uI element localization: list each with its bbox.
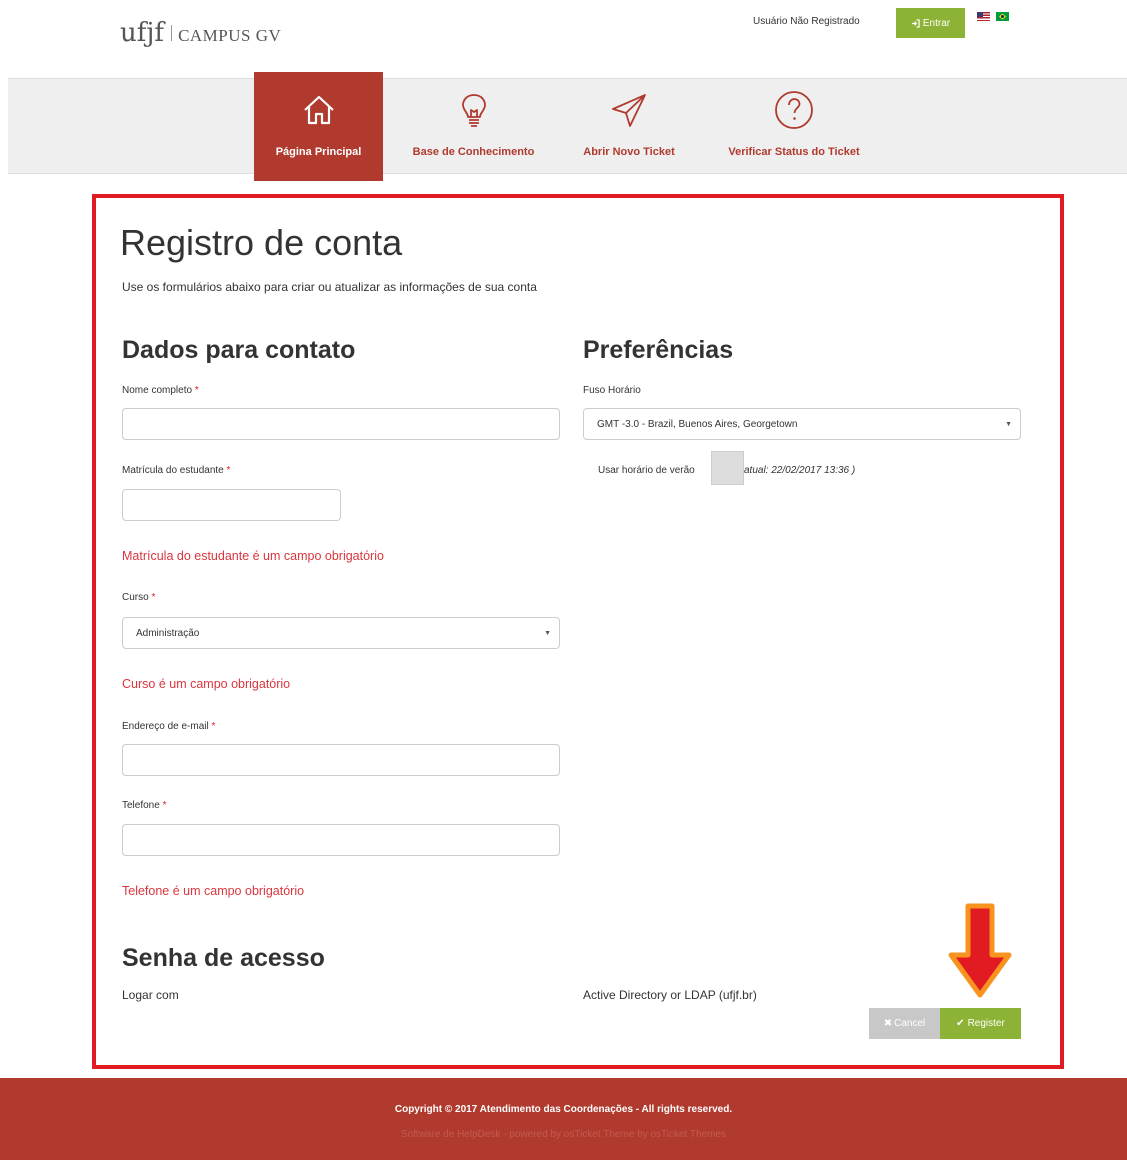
course-label-text: Curso xyxy=(122,592,149,603)
student-id-error: Matrícula do estudante é um campo obriga… xyxy=(122,549,384,563)
nav-item-check-status[interactable]: Verificar Status do Ticket xyxy=(718,72,870,181)
required-mark: * xyxy=(194,385,199,396)
login-label: Entrar xyxy=(922,17,951,29)
nav-item-knowledge-base[interactable]: Base de Conhecimento xyxy=(404,72,543,181)
logo-text: ufjf xyxy=(120,18,165,48)
dst-label: Usar horário de verão xyxy=(598,465,695,476)
site-header: ufjf CAMPUS GV Usuário Não Registrado En… xyxy=(0,0,1127,78)
logon-value: Active Directory or LDAP (ufjf.br) xyxy=(583,988,757,1002)
phone-input[interactable] xyxy=(122,824,560,856)
sign-in-icon xyxy=(911,18,920,28)
annotation-arrow-icon xyxy=(948,903,1012,998)
timezone-label: Fuso Horário xyxy=(583,385,641,396)
caret-down-icon: ▼ xyxy=(1005,421,1012,428)
full-name-label-text: Nome completo xyxy=(122,385,193,396)
footer-links[interactable]: Software de HelpDesk - powered by osTick… xyxy=(0,1129,1127,1140)
course-select-value: Administração xyxy=(136,627,200,639)
dst-checkbox[interactable] xyxy=(711,451,744,485)
contact-heading: Dados para contato xyxy=(122,336,356,364)
student-id-label-text: Matrícula do estudante xyxy=(122,465,224,476)
email-input[interactable] xyxy=(122,744,560,776)
user-status: Usuário Não Registrado xyxy=(753,16,860,27)
required-mark: * xyxy=(162,800,167,811)
required-mark: * xyxy=(226,465,231,476)
lightbulb-icon xyxy=(452,88,496,132)
phone-label-text: Telefone xyxy=(122,800,160,811)
student-id-label: Matrícula do estudante * xyxy=(122,465,230,476)
full-name-label: Nome completo * xyxy=(122,385,199,396)
timezone-select-value: GMT -3.0 - Brazil, Buenos Aires, Georget… xyxy=(597,418,798,430)
paper-plane-icon xyxy=(607,88,651,132)
student-id-input[interactable] xyxy=(122,489,341,521)
phone-label: Telefone * xyxy=(122,800,167,811)
check-icon: ✔ xyxy=(956,1018,965,1029)
cancel-button[interactable]: ✖ Cancel xyxy=(869,1008,940,1039)
login-button[interactable]: Entrar xyxy=(896,8,965,38)
course-select[interactable]: Administração ▼ xyxy=(122,617,560,649)
home-icon xyxy=(297,88,341,132)
password-heading: Senha de acesso xyxy=(122,944,325,972)
logo-subtitle: CAMPUS GV xyxy=(178,26,282,45)
nav-item-open-ticket[interactable]: Abrir Novo Ticket xyxy=(574,72,684,181)
course-label: Curso * xyxy=(122,592,155,603)
course-error: Curso é um campo obrigatório xyxy=(122,677,291,691)
full-name-input[interactable] xyxy=(122,408,560,440)
site-logo[interactable]: ufjf CAMPUS GV xyxy=(120,18,281,48)
site-footer: Copyright © 2017 Atendimento das Coorden… xyxy=(0,1078,1127,1160)
nav-item-home[interactable]: Página Principal xyxy=(254,72,383,181)
nav-label-knowledge-base: Base de Conhecimento xyxy=(412,146,535,158)
brazil-flag-icon[interactable] xyxy=(996,12,1009,21)
required-mark: * xyxy=(151,592,156,603)
main-nav: Página Principal Base de Conhecimento Ab… xyxy=(8,72,1127,181)
register-button[interactable]: ✔ Register xyxy=(940,1008,1021,1039)
question-circle-icon xyxy=(772,88,816,132)
timezone-select[interactable]: GMT -3.0 - Brazil, Buenos Aires, Georget… xyxy=(583,408,1021,440)
nav-label-open-ticket: Abrir Novo Ticket xyxy=(583,146,675,158)
close-icon: ✖ xyxy=(883,1018,893,1029)
dst-current-time: atual: 22/02/2017 13:36 ) xyxy=(744,465,856,476)
us-flag-icon[interactable] xyxy=(977,12,990,21)
phone-error: Telefone é um campo obrigatório xyxy=(122,884,305,898)
email-label: Endereço de e-mail * xyxy=(122,721,215,732)
nav-label-check-status: Verificar Status do Ticket xyxy=(728,146,860,158)
email-label-text: Endereço de e-mail xyxy=(122,721,209,732)
caret-down-icon: ▼ xyxy=(544,630,551,637)
preferences-heading: Preferências xyxy=(583,336,734,364)
page-title: Registro de conta xyxy=(120,222,403,263)
register-label: Register xyxy=(967,1018,1005,1029)
nav-label-home: Página Principal xyxy=(275,146,362,158)
cancel-label: Cancel xyxy=(894,1018,926,1029)
page-intro: Use os formulários abaixo para criar ou … xyxy=(122,280,537,294)
footer-copyright: Copyright © 2017 Atendimento das Coorden… xyxy=(394,1104,733,1115)
required-mark: * xyxy=(211,721,216,732)
logon-label: Logar com xyxy=(122,988,179,1002)
logo-divider xyxy=(171,25,173,41)
